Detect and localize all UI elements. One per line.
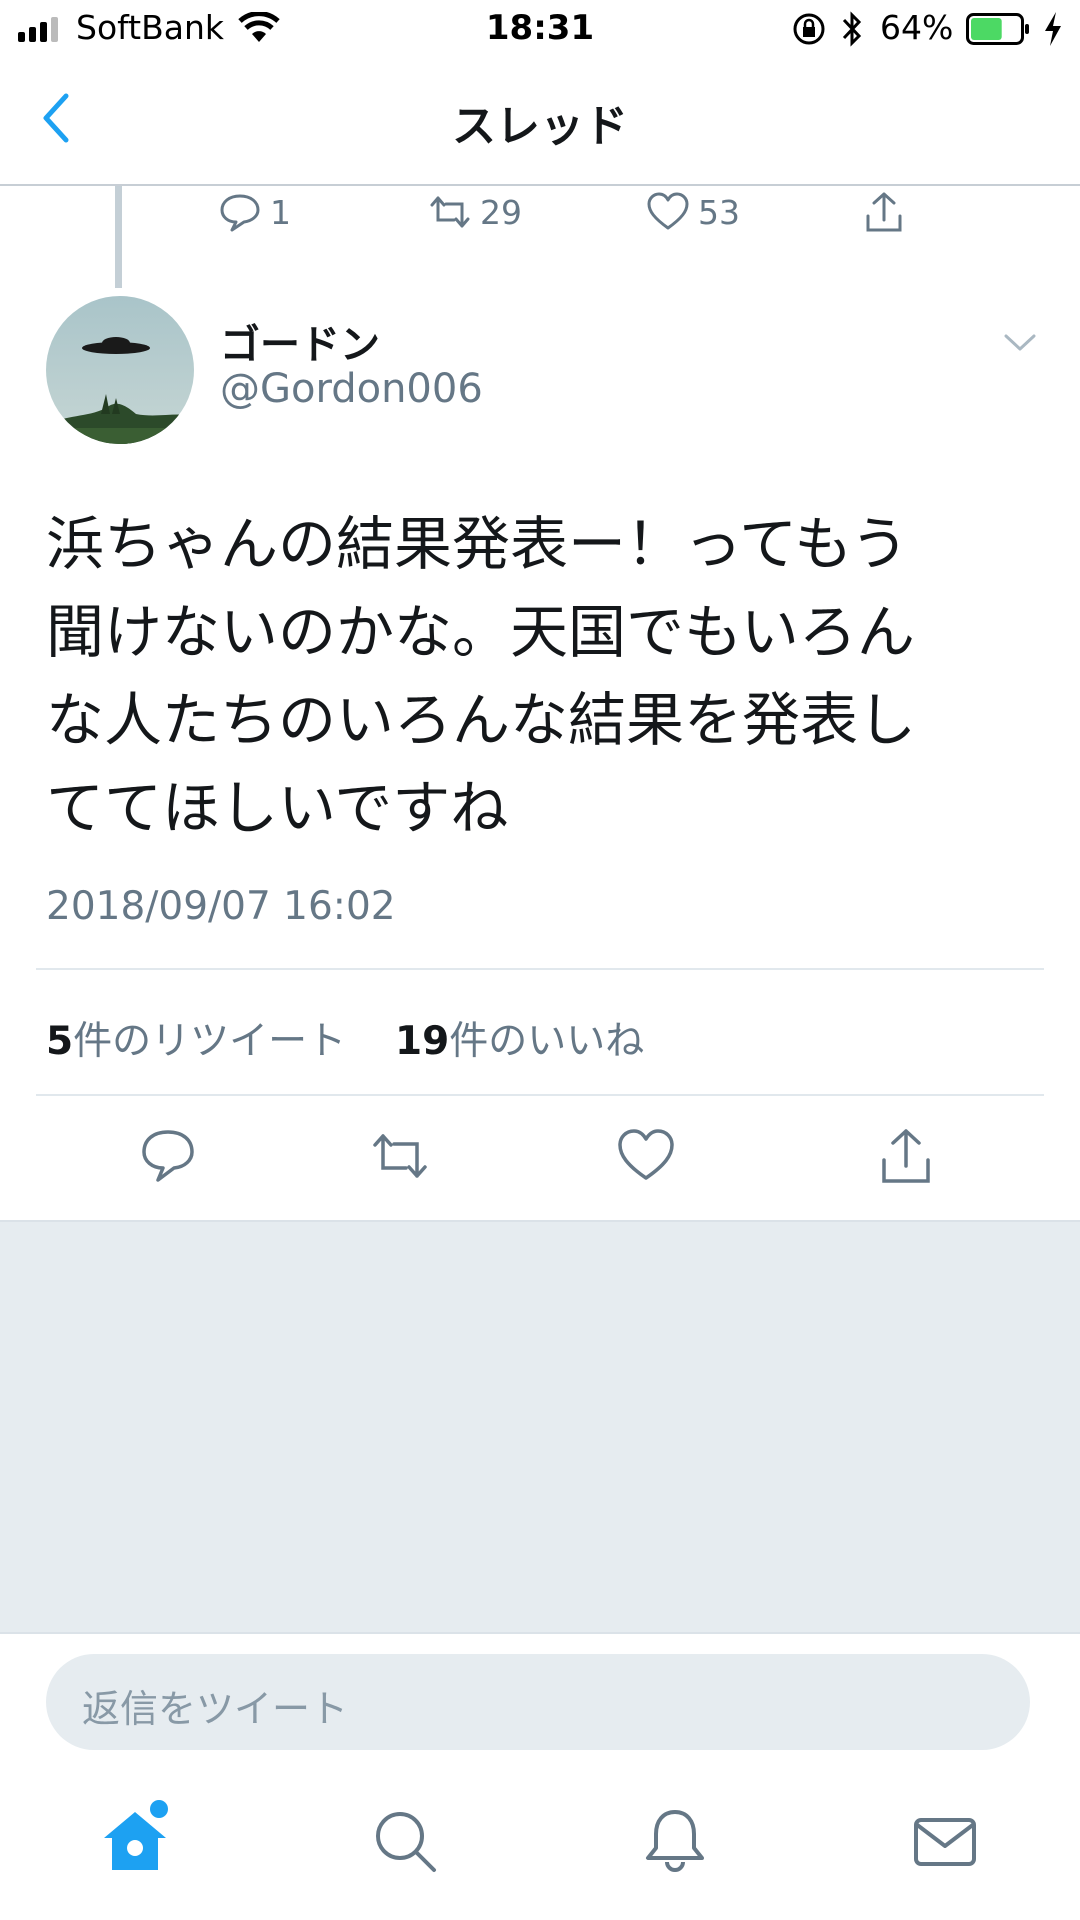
retweet-stat-label: 件のリツイート [73, 1019, 347, 1064]
tab-search[interactable] [370, 1806, 440, 1876]
reply-button[interactable] [138, 1126, 198, 1186]
like-button[interactable] [616, 1126, 676, 1186]
engagement-stats: 5件のリツイート 19件のいいね [46, 1010, 644, 1066]
retweet-count: 29 [480, 192, 522, 232]
messages-icon [914, 1818, 976, 1866]
empty-replies-area [0, 1220, 1080, 1634]
avatar-ufo-image [46, 296, 194, 444]
home-notification-dot [150, 1800, 168, 1818]
charging-icon [1045, 12, 1061, 46]
tweet-timestamp: 2018/09/07 16:02 [46, 884, 396, 929]
like-stat-count: 19 [394, 1019, 450, 1064]
reply-icon [220, 194, 260, 232]
like-stat-label: 件のいいね [449, 1019, 645, 1064]
retweet-icon [430, 196, 470, 228]
battery-icon [966, 13, 1029, 45]
thread-connector-line [115, 186, 122, 288]
prev-share-button[interactable] [862, 186, 914, 238]
divider [36, 968, 1044, 970]
retweet-button[interactable] [370, 1126, 430, 1186]
retweet-stat[interactable]: 5件のリツイート [46, 1019, 346, 1064]
avatar[interactable] [46, 296, 194, 444]
page-title: スレッド [452, 101, 628, 152]
retweet-stat-count: 5 [46, 1019, 74, 1064]
like-stat[interactable]: 19件のいいね [395, 1019, 644, 1064]
reply-placeholder: 返信をツイート [82, 1687, 349, 1731]
heart-icon [647, 192, 689, 230]
rotation-lock-icon [793, 13, 825, 45]
reply-count: 1 [270, 192, 291, 232]
status-bar: SoftBank 18:31 64% [0, 0, 1080, 60]
user-handle[interactable]: @Gordon006 [220, 366, 483, 412]
prev-reply-button[interactable]: 1 [218, 186, 291, 238]
share-icon [882, 1129, 930, 1183]
tab-notifications[interactable] [640, 1806, 710, 1876]
prev-retweet-button[interactable]: 29 [428, 186, 522, 238]
tab-messages[interactable] [910, 1806, 980, 1876]
search-icon [376, 1812, 436, 1872]
reply-icon [142, 1130, 194, 1182]
battery-percentage: 64% [880, 8, 954, 47]
tweet-text: 浜ちゃんの結果発表ー！ってもう 聞けないのかな。天国でもいろん な人たちのいろん… [46, 510, 917, 842]
reply-input[interactable]: 返信をツイート [46, 1654, 1030, 1750]
chevron-down-icon[interactable] [1002, 330, 1038, 354]
like-count: 53 [698, 192, 740, 232]
retweet-icon [373, 1134, 427, 1178]
share-button[interactable] [876, 1126, 936, 1186]
notifications-icon [646, 1810, 704, 1872]
bluetooth-icon [842, 11, 862, 47]
navigation-bar: スレッド [0, 60, 1080, 186]
share-icon [866, 192, 902, 232]
divider [36, 1094, 1044, 1096]
display-name[interactable]: ゴードン [220, 312, 380, 370]
heart-icon [618, 1129, 674, 1180]
prev-like-button[interactable]: 53 [646, 186, 740, 238]
